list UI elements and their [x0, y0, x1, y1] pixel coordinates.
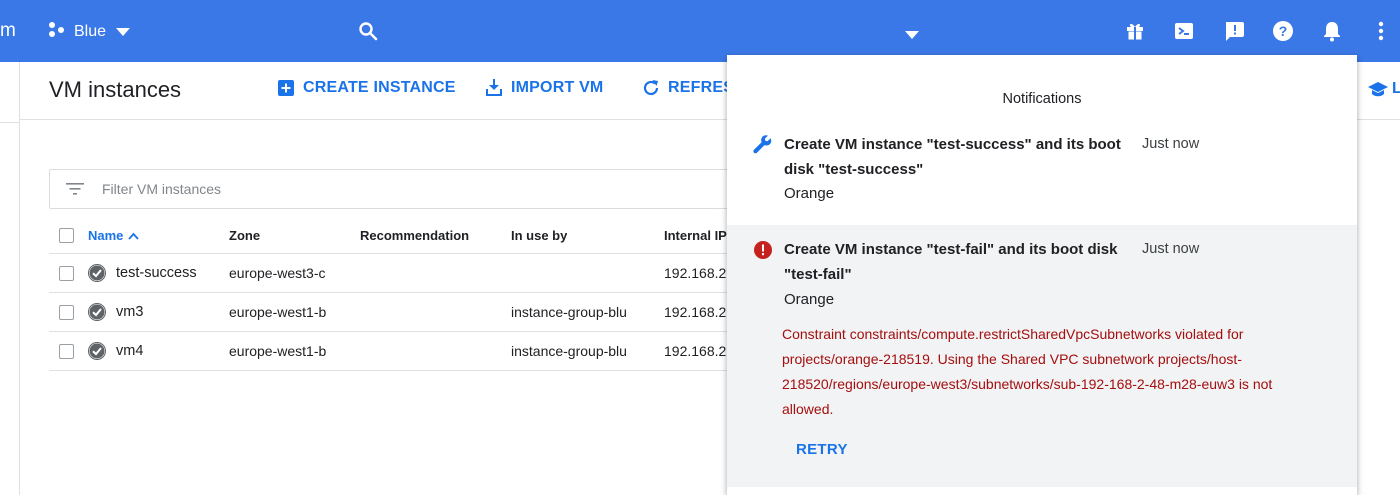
top-bar-icons: ? [0, 19, 1400, 45]
row-select-cell [59, 293, 74, 331]
refresh-icon [642, 79, 660, 97]
vm-name-link[interactable]: vm3 [116, 304, 143, 320]
import-vm-button[interactable]: IMPORT VM [485, 79, 603, 97]
filter-vm-input[interactable] [102, 178, 702, 200]
name-cell: vm3 [88, 293, 143, 331]
notification-time: Just now [1142, 136, 1200, 152]
vm-instances-table: Name Zone Recommendation In use by Inter… [49, 218, 769, 371]
top-bar: m Blue ? [0, 0, 1400, 62]
create-instance-button[interactable]: CREATE INSTANCE [277, 79, 456, 97]
status-running-icon [88, 303, 106, 321]
download-icon [485, 79, 503, 97]
left-nav-rail [0, 62, 20, 495]
more-vert-icon[interactable] [1369, 19, 1393, 43]
row-select-cell [59, 332, 74, 370]
create-instance-label: CREATE INSTANCE [303, 79, 456, 96]
notification-message: Create VM instance "test-success" and it… [784, 136, 1121, 178]
column-header-recommendation[interactable]: Recommendation [360, 218, 469, 253]
table-header-row: Name Zone Recommendation In use by Inter… [49, 218, 769, 254]
table-row[interactable]: test-success europe-west3-c 192.168.2 [49, 254, 769, 293]
school-icon[interactable] [1368, 82, 1388, 103]
sort-ascending-icon [128, 229, 140, 243]
notification-item[interactable]: Create VM instance "test-success" and it… [727, 123, 1357, 223]
filter-list-icon [66, 182, 84, 200]
status-running-icon [88, 264, 106, 282]
gift-icon[interactable] [1123, 19, 1147, 43]
zone-cell: europe-west1-b [229, 304, 327, 320]
bell-icon[interactable] [1320, 19, 1344, 43]
add-box-icon [277, 79, 295, 97]
notifications-panel: Notifications Create VM instance "test-s… [727, 55, 1357, 495]
vm-name-link[interactable]: vm4 [116, 343, 143, 359]
help-icon[interactable]: ? [1271, 19, 1295, 43]
status-running-icon [88, 342, 106, 360]
svg-text:?: ? [1279, 23, 1288, 39]
cloud-shell-icon[interactable] [1172, 19, 1196, 43]
notification-project: Orange [784, 291, 835, 308]
notification-item-error[interactable]: Create VM instance "test-fail" and its b… [727, 225, 1357, 495]
import-vm-label: IMPORT VM [511, 79, 604, 96]
notification-message: Create VM instance "test-fail" and its b… [784, 241, 1118, 283]
column-name-label: Name [88, 228, 124, 243]
column-header-in-use-by[interactable]: In use by [511, 218, 567, 253]
column-header-name[interactable]: Name [88, 218, 140, 253]
table-row[interactable]: vm3 europe-west1-b instance-group-blu 19… [49, 293, 769, 332]
row-checkbox[interactable] [59, 265, 74, 281]
error-message: Constraint constraints/compute.restrictS… [782, 326, 1273, 417]
notifications-title: Notifications [1002, 91, 1082, 107]
rail-divider [0, 122, 20, 123]
vm-name-link[interactable]: test-success [116, 265, 197, 281]
learn-button-label[interactable]: L [1392, 80, 1400, 98]
row-select-cell [59, 254, 74, 292]
zone-cell: europe-west3-c [229, 265, 326, 281]
notification-project: Orange [784, 185, 835, 202]
row-checkbox[interactable] [59, 304, 74, 320]
page-title: VM instances [49, 77, 182, 102]
row-checkbox[interactable] [59, 343, 74, 359]
error-icon [753, 240, 773, 260]
column-header-zone[interactable]: Zone [229, 218, 260, 253]
filter-bar [49, 169, 769, 209]
notification-time: Just now [1142, 241, 1200, 257]
panel-bottom-edge [727, 487, 1357, 495]
name-cell: vm4 [88, 332, 143, 370]
in-use-by-cell[interactable]: instance-group-blu [511, 293, 627, 331]
zone-cell: europe-west1-b [229, 343, 327, 359]
table-row[interactable]: vm4 europe-west1-b instance-group-blu 19… [49, 332, 769, 371]
select-all-checkbox[interactable] [59, 228, 74, 243]
retry-button[interactable]: RETRY [796, 441, 848, 458]
in-use-by-cell[interactable]: instance-group-blu [511, 332, 627, 370]
select-all-cell [59, 218, 74, 253]
name-cell: test-success [88, 254, 197, 292]
feedback-icon[interactable] [1222, 19, 1246, 43]
wrench-icon [753, 135, 773, 155]
